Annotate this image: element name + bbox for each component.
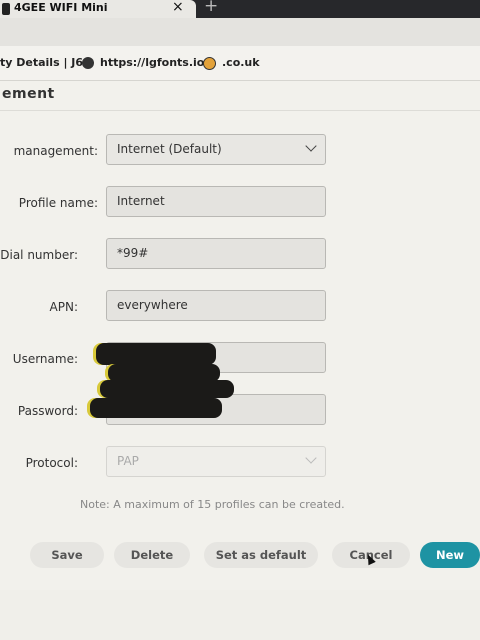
page-header: ement (0, 82, 480, 111)
chevron-down-icon (305, 140, 317, 152)
page-footer-area (0, 590, 480, 640)
browser-tab-strip: 4GEE WIFI Mini × + (0, 0, 480, 18)
close-tab-icon[interactable]: × (172, 0, 184, 15)
protocol-select[interactable]: PAP (106, 446, 326, 477)
protocol-label: Protocol: (25, 456, 78, 470)
device-icon (2, 3, 10, 15)
apn-value: everywhere (117, 298, 188, 312)
profile-name-input[interactable]: Internet (106, 186, 326, 217)
apn-label: APN: (49, 300, 78, 314)
new-button[interactable]: New (420, 542, 480, 568)
management-value: Internet (Default) (117, 142, 222, 156)
bookmarks-bar: ty Details | J6 https://lgfonts.io/ .co.… (0, 46, 480, 81)
dial-number-label: Dial number: (0, 248, 78, 262)
amazon-icon (203, 57, 216, 70)
delete-button[interactable]: Delete (114, 542, 190, 568)
redaction-mark (90, 398, 222, 418)
bookmark-lgfonts[interactable]: https://lgfonts.io/ (100, 56, 208, 69)
browser-toolbar (0, 18, 480, 46)
tab-title: 4GEE WIFI Mini (14, 1, 108, 14)
redaction-mark (96, 343, 216, 365)
dial-number-input[interactable]: *99# (106, 238, 326, 269)
browser-tab[interactable]: 4GEE WIFI Mini × (0, 0, 196, 18)
apn-input[interactable]: everywhere (106, 290, 326, 321)
profile-name-value: Internet (117, 194, 165, 208)
management-label: management: (13, 144, 98, 158)
new-tab-icon[interactable]: + (204, 0, 218, 16)
protocol-value: PAP (117, 454, 139, 468)
password-label: Password: (17, 404, 78, 418)
page-title: ement (2, 86, 55, 102)
bookmark-details[interactable]: ty Details | J6 (0, 56, 83, 69)
management-select[interactable]: Internet (Default) (106, 134, 326, 165)
set-default-button[interactable]: Set as default (204, 542, 318, 568)
bookmark-couk[interactable]: .co.uk (222, 56, 260, 69)
dial-number-value: *99# (117, 246, 149, 260)
save-button[interactable]: Save (30, 542, 104, 568)
globe-icon (82, 57, 94, 69)
redaction-mark (100, 380, 234, 398)
profile-name-label: Profile name: (18, 196, 98, 210)
profile-limit-note: Note: A maximum of 15 profiles can be cr… (80, 498, 345, 511)
username-label: Username: (12, 352, 78, 366)
chevron-down-icon (305, 452, 317, 464)
